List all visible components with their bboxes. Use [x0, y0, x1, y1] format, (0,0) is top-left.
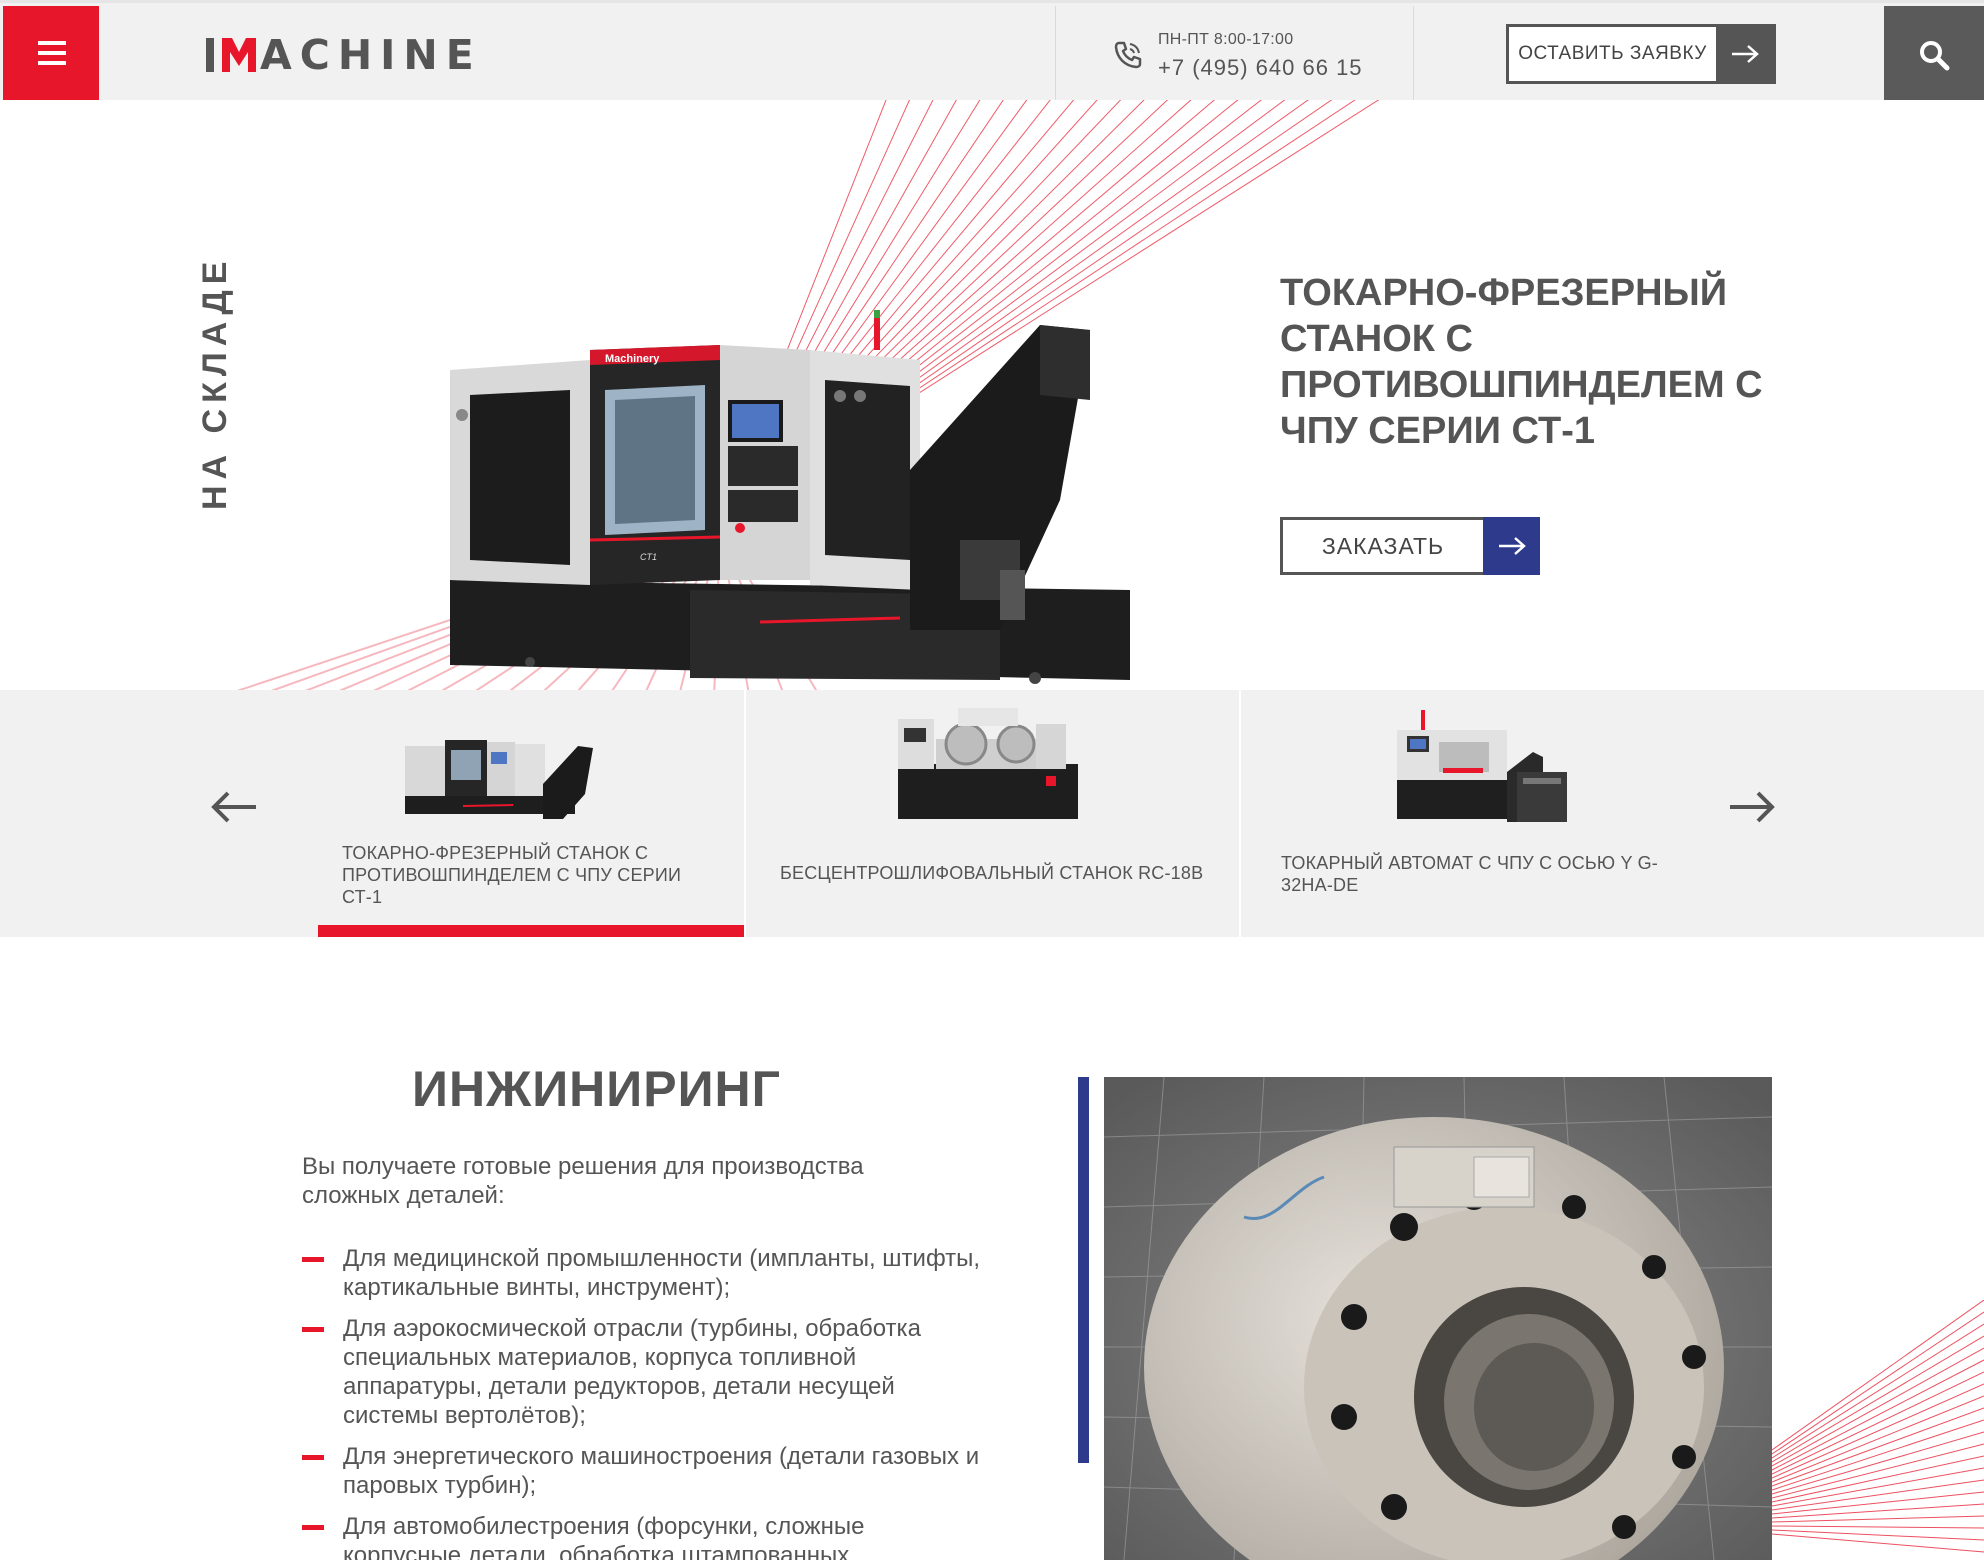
machine-model-text: CT1 — [640, 552, 657, 562]
list-item: Для медицинской промышленности (импланты… — [302, 1244, 982, 1302]
phone-number[interactable]: +7 (495) 640 66 15 — [1158, 55, 1363, 81]
rc18b-thumbnail — [898, 708, 1078, 819]
engineering-title: ИНЖИНИРИНГ — [412, 1061, 781, 1117]
carousel-item-rc18b[interactable]: БЕСЦЕНТРОШЛИФОВАЛЬНЫЙ СТАНОК RC-18B — [746, 690, 1239, 937]
carousel-item-g32ha[interactable]: ТОКАРНЫЙ АВТОМАТ С ЧПУ С ОСЬЮ Y G-32HA-D… — [1241, 690, 1691, 937]
menu-button[interactable] — [3, 6, 99, 102]
leave-request-label: ОСТАВИТЬ ЗАЯВКУ — [1518, 43, 1707, 64]
carousel-item-caption: БЕСЦЕНТРОШЛИФОВАЛЬНЫЙ СТАНОК RC-18B — [780, 863, 1204, 883]
list-item: Для аэрокосмической отрасли (турбины, об… — [302, 1314, 982, 1430]
decorative-rays-right — [1772, 1300, 1984, 1553]
search-icon — [1920, 40, 1950, 70]
working-hours: ПН-ПТ 8:00-17:00 — [1158, 31, 1294, 48]
carousel-prev-arrow-left-icon[interactable] — [204, 782, 264, 832]
arrow-right-icon — [1483, 517, 1540, 575]
product-carousel: ТОКАРНО-ФРЕЗЕРНЫЙ СТАНОК С ПРОТИВОШПИНДЕ… — [0, 690, 1984, 937]
phone-icon — [1114, 41, 1142, 69]
hero-banner: НА СКЛАДЕ Machinery CT1 ТОКАРНО-ФРЕЗЕРНЫ… — [0, 100, 1984, 690]
ct1-thumbnail — [405, 740, 593, 819]
carousel-item-caption: ТОКАРНО-ФРЕЗЕРНЫЙ СТАНОК С ПРОТИВОШПИНДЕ… — [342, 843, 682, 907]
in-stock-label: НА СКЛАДЕ — [196, 255, 234, 510]
carousel-active-indicator — [318, 925, 744, 937]
carousel-item-ct1[interactable]: ТОКАРНО-ФРЕЗЕРНЫЙ СТАНОК С ПРОТИВОШПИНДЕ… — [318, 690, 744, 937]
engineering-intro: Вы получаете готовые решения для произво… — [302, 1153, 864, 1209]
hero-title: ТОКАРНО-ФРЕЗЕРНЫЙ СТАНОК С ПРОТИВОШПИНДЕ… — [1280, 272, 1763, 452]
order-button[interactable]: ЗАКАЗАТЬ — [1280, 517, 1540, 575]
machine-brand-text: Machinery — [605, 353, 660, 365]
carousel-item-caption: ТОКАРНЫЙ АВТОМАТ С ЧПУ С ОСЬЮ Y G-32HA-D… — [1281, 853, 1658, 895]
carousel-next-arrow-right-icon[interactable] — [1722, 782, 1782, 832]
site-logo[interactable]: ACHINE — [206, 35, 482, 76]
list-item: Для энергетического машиностроения (дета… — [302, 1442, 982, 1500]
engineering-list: Для медицинской промышленности (импланты… — [302, 1244, 982, 1560]
engineering-part-image — [1104, 1077, 1772, 1560]
cnc-machine-image[interactable]: Machinery CT1 — [440, 210, 1160, 690]
list-item: Для автомобилестроения (форсунки, сложны… — [302, 1512, 982, 1560]
leave-request-button[interactable]: ОСТАВИТЬ ЗАЯВКУ — [1506, 24, 1776, 84]
site-header: ACHINE ПН-ПТ 8:00-17:00 +7 (495) 640 66 … — [0, 0, 1984, 103]
search-button[interactable] — [1884, 6, 1984, 103]
arrow-right-icon — [1716, 27, 1773, 81]
accent-bar — [1078, 1077, 1089, 1463]
order-label: ЗАКАЗАТЬ — [1321, 533, 1445, 559]
g32ha-thumbnail — [1397, 710, 1567, 822]
